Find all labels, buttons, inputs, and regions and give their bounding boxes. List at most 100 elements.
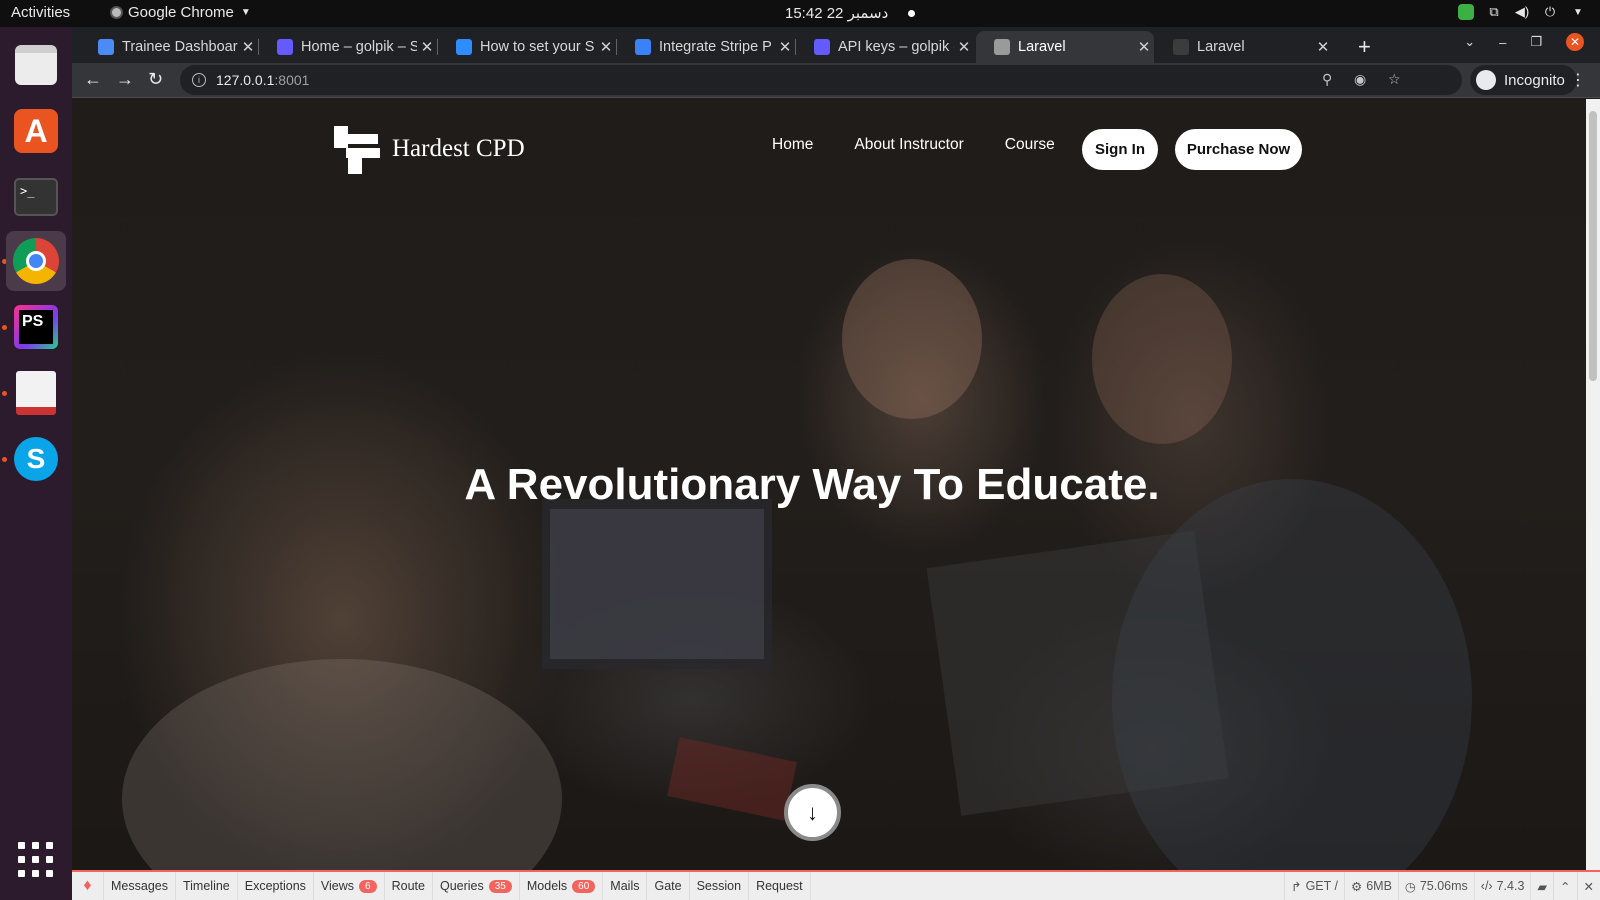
debugbar-tab-queries[interactable]: Queries 35: [433, 872, 520, 900]
close-icon[interactable]: ✕: [596, 38, 616, 56]
debugbar-tab-gate[interactable]: Gate: [647, 872, 690, 900]
tab-title: API keys – golpik -: [838, 39, 954, 55]
tab-3[interactable]: Integrate Stripe P ✕: [617, 31, 796, 63]
power-icon[interactable]: ⏻: [1542, 4, 1558, 20]
show-apps-icon[interactable]: [18, 842, 54, 878]
tab-6[interactable]: Laravel ✕: [1155, 31, 1333, 63]
url-port: :8001: [274, 72, 310, 88]
nav-about-instructor[interactable]: About Instructor: [854, 136, 963, 154]
code-icon: ‹/›: [1480, 879, 1493, 893]
maximize-icon[interactable]: ❐: [1530, 34, 1542, 50]
recording-indicator-icon: [908, 9, 916, 17]
volume-icon[interactable]: ◀): [1514, 4, 1530, 20]
tab-title: Home – golpik – S: [301, 39, 417, 55]
debugbar-tab-models[interactable]: Models 60: [520, 872, 604, 900]
bookmark-star-icon[interactable]: ☆: [1388, 71, 1401, 88]
browser-toolbar: ← → ↻ i 127.0.0.1:8001 ⚲ ◉ ☆ Incognito ⋮: [72, 63, 1600, 98]
new-tab-icon[interactable]: +: [1358, 34, 1371, 60]
debugbar-tab-messages[interactable]: Messages: [104, 872, 176, 900]
tab-favicon: [1173, 39, 1189, 55]
purchase-now-button[interactable]: Purchase Now: [1175, 129, 1302, 170]
system-top-bar: Activities Google Chrome ▼ 15:42 22 دسمب…: [0, 0, 1600, 27]
memory-usage: ⚙ 6MB: [1343, 872, 1398, 900]
debugbar-tab-session[interactable]: Session: [690, 872, 750, 900]
debugbar-tab-request[interactable]: Request: [749, 872, 811, 900]
debugbar-tab-timeline[interactable]: Timeline: [176, 872, 238, 900]
brand-name: Hardest CPD: [392, 135, 525, 162]
clock[interactable]: 15:42 22 دسمبر: [785, 4, 916, 22]
software-store-icon: A: [14, 109, 58, 153]
chevron-down-icon: ▼: [240, 7, 251, 18]
tab-strip: Trainee Dashboard ✕ Home – golpik – S ✕ …: [72, 27, 1600, 63]
site-logo[interactable]: Hardest CPD: [330, 124, 525, 174]
app-name: Google Chrome: [128, 4, 234, 21]
site-info-icon[interactable]: i: [192, 73, 206, 87]
reload-icon[interactable]: ↻: [148, 69, 163, 90]
tab-5-active[interactable]: Laravel ✕: [976, 31, 1154, 63]
chrome-icon: [13, 238, 59, 284]
dock-skype[interactable]: S: [6, 429, 66, 489]
dock-files[interactable]: [6, 35, 66, 95]
close-icon[interactable]: ✕: [775, 38, 795, 56]
maximize-debugbar-icon[interactable]: ⌃: [1553, 872, 1576, 900]
network-icon[interactable]: ⧉: [1486, 4, 1502, 20]
close-icon[interactable]: ✕: [1313, 38, 1333, 56]
laravel-logo-icon[interactable]: ♦: [72, 872, 104, 900]
url-host: 127.0.0.1: [216, 72, 275, 88]
address-bar[interactable]: i 127.0.0.1:8001 ⚲ ◉ ☆: [180, 65, 1462, 95]
nav-home[interactable]: Home: [772, 136, 813, 154]
zoom-icon[interactable]: ⚲: [1322, 71, 1332, 88]
window-close-icon[interactable]: ✕: [1566, 33, 1584, 51]
hero-title: A Revolutionary Way To Educate.: [464, 460, 1160, 509]
back-icon[interactable]: ←: [84, 69, 102, 90]
dock-chrome[interactable]: [6, 231, 66, 291]
debugbar-tab-views[interactable]: Views 6: [314, 872, 385, 900]
debugbar-tab-route[interactable]: Route: [385, 872, 433, 900]
request-method[interactable]: ↱ GET /: [1284, 872, 1344, 900]
third-party-cookies-blocked-icon[interactable]: ◉: [1354, 71, 1366, 88]
close-icon[interactable]: ✕: [954, 38, 974, 56]
dock-software-store[interactable]: A: [6, 101, 66, 161]
dock-terminal[interactable]: >_: [6, 167, 66, 227]
tab-4[interactable]: API keys – golpik - ✕: [796, 31, 974, 63]
queries-count-badge: 35: [488, 879, 512, 893]
tab-title: Laravel: [1018, 39, 1066, 55]
activities-button[interactable]: Activities: [11, 4, 70, 21]
minimize-icon[interactable]: –: [1499, 35, 1506, 50]
tab-1[interactable]: Home – golpik – S ✕: [259, 31, 438, 63]
page-scrollbar[interactable]: [1586, 99, 1600, 870]
tab-search-icon[interactable]: ⌄: [1464, 34, 1475, 50]
clock-icon: ◷: [1404, 879, 1416, 894]
cogs-icon: ⚙: [1350, 879, 1363, 894]
scroll-down-arrow-icon[interactable]: ↓: [784, 784, 841, 841]
tab-favicon: [814, 39, 830, 55]
window-controls: ⌄ – ❐ ✕: [1464, 33, 1600, 51]
clock-text: 15:42 22 دسمبر: [785, 5, 889, 22]
tab-0[interactable]: Trainee Dashboard ✕: [80, 31, 259, 63]
request-duration: ◷ 75.06ms: [1397, 872, 1474, 900]
app-menu[interactable]: Google Chrome ▼: [110, 4, 251, 21]
phpstorm-icon: PS: [14, 305, 58, 349]
system-tray[interactable]: ⧉ ◀) ⏻ ▼: [1458, 4, 1586, 20]
kebab-menu-icon[interactable]: ⋮: [1570, 70, 1586, 90]
tab-2[interactable]: How to set your S ✕: [438, 31, 617, 63]
close-debugbar-icon[interactable]: ✕: [1576, 872, 1600, 900]
chrome-small-icon: [110, 6, 123, 19]
tab-favicon: [456, 39, 472, 55]
dock-document-viewer[interactable]: [6, 363, 66, 423]
update-notifier-icon[interactable]: [1458, 4, 1474, 20]
chevron-down-icon[interactable]: ▼: [1570, 4, 1586, 20]
scrollbar-thumb[interactable]: [1589, 111, 1597, 381]
sign-in-button[interactable]: Sign In: [1082, 129, 1158, 170]
debugbar-tab-mails[interactable]: Mails: [603, 872, 648, 900]
open-folder-icon[interactable]: ▰: [1530, 872, 1553, 900]
debugbar-tab-exceptions[interactable]: Exceptions: [238, 872, 314, 900]
tab-title: How to set your S: [480, 39, 595, 55]
forward-icon[interactable]: →: [116, 69, 134, 90]
dock-phpstorm[interactable]: PS: [6, 297, 66, 357]
close-icon[interactable]: ✕: [238, 38, 258, 56]
close-icon[interactable]: ✕: [1134, 38, 1154, 56]
close-icon[interactable]: ✕: [417, 38, 437, 56]
incognito-indicator[interactable]: Incognito: [1470, 65, 1577, 95]
nav-course[interactable]: Course: [1005, 136, 1055, 154]
